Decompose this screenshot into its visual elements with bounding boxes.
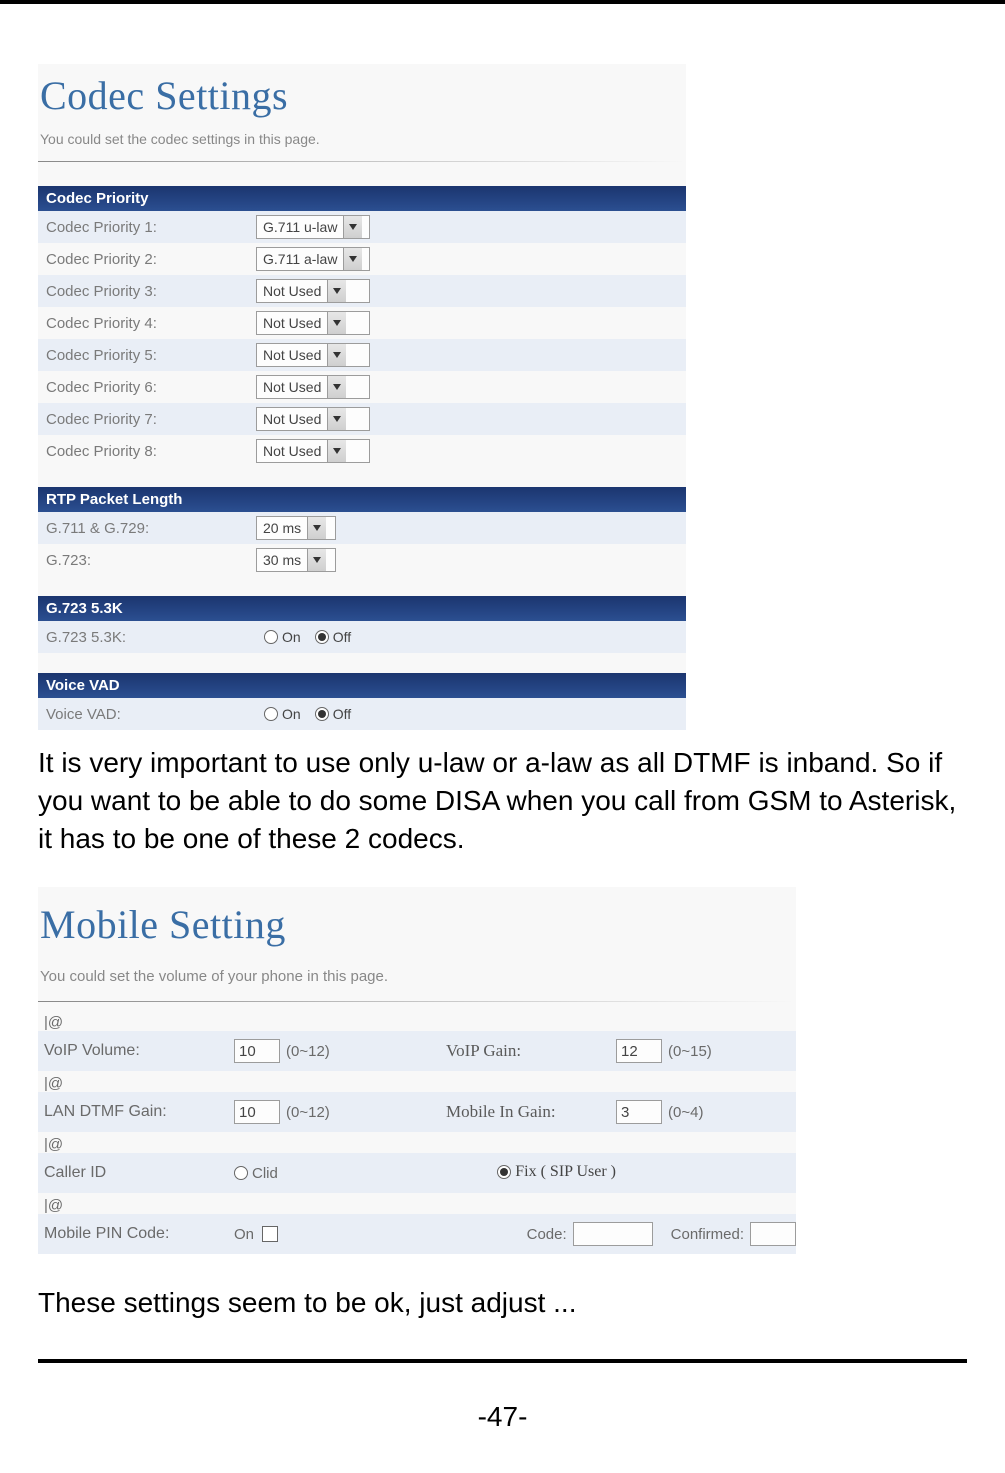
codec-priority-1-select[interactable]: G.711 u-law bbox=[256, 215, 370, 239]
rtp-row: G.723: 30 ms bbox=[38, 544, 686, 576]
radio-icon bbox=[264, 630, 278, 644]
voice-vad-header: Voice VAD bbox=[38, 673, 686, 698]
codec-priority-row: Codec Priority 6: Not Used bbox=[38, 371, 686, 403]
rtp-g711-g729-select[interactable]: 20 ms bbox=[256, 516, 336, 540]
confirmed-label: Confirmed: bbox=[671, 1226, 744, 1243]
caller-id-row: Caller ID Clid Fix ( SIP User ) bbox=[38, 1153, 796, 1193]
chevron-down-icon bbox=[327, 408, 346, 430]
voice-vad-on-radio[interactable]: On bbox=[264, 706, 301, 722]
radio-icon bbox=[264, 707, 278, 721]
codec-priority-row: Codec Priority 4: Not Used bbox=[38, 307, 686, 339]
row-tag: |@ bbox=[38, 1071, 796, 1092]
chevron-down-icon bbox=[307, 549, 326, 571]
radio-icon bbox=[315, 707, 329, 721]
rtp-row: G.711 & G.729: 20 ms bbox=[38, 512, 686, 544]
codec-priority-row: Codec Priority 7: Not Used bbox=[38, 403, 686, 435]
codec-priority-row: Codec Priority 8: Not Used bbox=[38, 435, 686, 467]
rtp-g723-select[interactable]: 30 ms bbox=[256, 548, 336, 572]
voice-vad-off-radio[interactable]: Off bbox=[315, 706, 351, 722]
voip-volume-label: VoIP Volume: bbox=[38, 1042, 234, 1060]
confirmed-input[interactable] bbox=[750, 1222, 796, 1246]
mobile-setting-panel: Mobile Setting You could set the volume … bbox=[38, 887, 796, 1254]
codec-priority-label: Codec Priority 3: bbox=[38, 283, 256, 300]
code-input[interactable] bbox=[573, 1222, 653, 1246]
voip-volume-input[interactable]: 10 bbox=[234, 1039, 280, 1063]
chevron-down-icon bbox=[327, 440, 346, 462]
chevron-down-icon bbox=[327, 280, 346, 302]
codec-priority-label: Codec Priority 6: bbox=[38, 379, 256, 396]
rtp-packet-length-header: RTP Packet Length bbox=[38, 487, 686, 512]
lan-dtmf-row: LAN DTMF Gain: 10 (0~12) Mobile In Gain:… bbox=[38, 1092, 796, 1132]
chevron-down-icon bbox=[343, 216, 362, 238]
divider bbox=[38, 1001, 796, 1002]
mobile-pin-row: Mobile PIN Code: On Code: Confirmed: bbox=[38, 1214, 796, 1254]
doc-paragraph-1: It is very important to use only u-law o… bbox=[38, 744, 967, 857]
codec-priority-label: Codec Priority 2: bbox=[38, 251, 256, 268]
chevron-down-icon bbox=[343, 248, 362, 270]
voice-vad-row: Voice VAD: On Off bbox=[38, 698, 686, 730]
voip-gain-label: VoIP Gain: bbox=[446, 1041, 616, 1061]
codec-priority-5-select[interactable]: Not Used bbox=[256, 343, 370, 367]
codec-priority-row: Codec Priority 2: G.711 a-law bbox=[38, 243, 686, 275]
codec-priority-header: Codec Priority bbox=[38, 186, 686, 211]
chevron-down-icon bbox=[327, 312, 346, 334]
row-tag: |@ bbox=[38, 1193, 796, 1214]
pin-on-checkbox[interactable] bbox=[262, 1226, 278, 1242]
voip-volume-range: (0~12) bbox=[286, 1043, 330, 1060]
codec-priority-label: Codec Priority 7: bbox=[38, 411, 256, 428]
row-tag: |@ bbox=[38, 1132, 796, 1153]
codec-priority-2-select[interactable]: G.711 a-law bbox=[256, 247, 370, 271]
voip-volume-row: VoIP Volume: 10 (0~12) VoIP Gain: 12 (0~… bbox=[38, 1031, 796, 1071]
codec-priority-label: Codec Priority 4: bbox=[38, 315, 256, 332]
voice-vad-label: Voice VAD: bbox=[38, 706, 256, 723]
codec-priority-row: Codec Priority 3: Not Used bbox=[38, 275, 686, 307]
codec-priority-6-select[interactable]: Not Used bbox=[256, 375, 370, 399]
g723-row: G.723 5.3K: On Off bbox=[38, 621, 686, 653]
row-tag: |@ bbox=[38, 1010, 796, 1031]
clid-radio[interactable]: Clid bbox=[234, 1165, 278, 1182]
on-text: On bbox=[234, 1226, 254, 1243]
codec-priority-row: Codec Priority 5: Not Used bbox=[38, 339, 686, 371]
codec-priority-label: Codec Priority 1: bbox=[38, 219, 256, 236]
codec-priority-row: Codec Priority 1: G.711 u-law bbox=[38, 211, 686, 243]
codec-priority-4-select[interactable]: Not Used bbox=[256, 311, 370, 335]
codec-priority-7-select[interactable]: Not Used bbox=[256, 407, 370, 431]
mobile-in-gain-input[interactable]: 3 bbox=[616, 1100, 662, 1124]
codec-priority-label: Codec Priority 5: bbox=[38, 347, 256, 364]
mobile-title: Mobile Setting bbox=[38, 887, 796, 950]
voip-gain-range: (0~15) bbox=[668, 1043, 712, 1060]
rtp-label: G.711 & G.729: bbox=[38, 520, 256, 537]
lan-dtmf-label: LAN DTMF Gain: bbox=[38, 1103, 234, 1121]
caller-id-label: Caller ID bbox=[38, 1164, 234, 1182]
doc-paragraph-2: These settings seem to be ok, just adjus… bbox=[38, 1284, 967, 1322]
fix-sip-user-radio[interactable]: Fix ( SIP User ) bbox=[497, 1163, 616, 1181]
lan-dtmf-range: (0~12) bbox=[286, 1104, 330, 1121]
code-label: Code: bbox=[527, 1226, 567, 1243]
lan-dtmf-input[interactable]: 10 bbox=[234, 1100, 280, 1124]
rtp-label: G.723: bbox=[38, 552, 256, 569]
g723-label: G.723 5.3K: bbox=[38, 629, 256, 646]
mobile-subtitle: You could set the volume of your phone i… bbox=[38, 950, 796, 997]
mobile-in-gain-label: Mobile In Gain: bbox=[446, 1102, 616, 1122]
codec-settings-panel: Codec Settings You could set the codec s… bbox=[38, 64, 686, 730]
radio-icon bbox=[497, 1165, 511, 1179]
divider bbox=[38, 161, 686, 162]
mobile-in-gain-range: (0~4) bbox=[668, 1104, 703, 1121]
g723-off-radio[interactable]: Off bbox=[315, 629, 351, 645]
chevron-down-icon bbox=[327, 376, 346, 398]
codec-priority-8-select[interactable]: Not Used bbox=[256, 439, 370, 463]
codec-title: Codec Settings bbox=[38, 64, 686, 121]
g723-header: G.723 5.3K bbox=[38, 596, 686, 621]
codec-subtitle: You could set the codec settings in this… bbox=[38, 121, 686, 157]
radio-icon bbox=[234, 1166, 248, 1180]
chevron-down-icon bbox=[327, 344, 346, 366]
page-number: -47- bbox=[0, 1401, 1005, 1433]
codec-priority-3-select[interactable]: Not Used bbox=[256, 279, 370, 303]
g723-on-radio[interactable]: On bbox=[264, 629, 301, 645]
chevron-down-icon bbox=[307, 517, 326, 539]
radio-icon bbox=[315, 630, 329, 644]
voip-gain-input[interactable]: 12 bbox=[616, 1039, 662, 1063]
codec-priority-label: Codec Priority 8: bbox=[38, 443, 256, 460]
mobile-pin-label: Mobile PIN Code: bbox=[38, 1225, 234, 1243]
